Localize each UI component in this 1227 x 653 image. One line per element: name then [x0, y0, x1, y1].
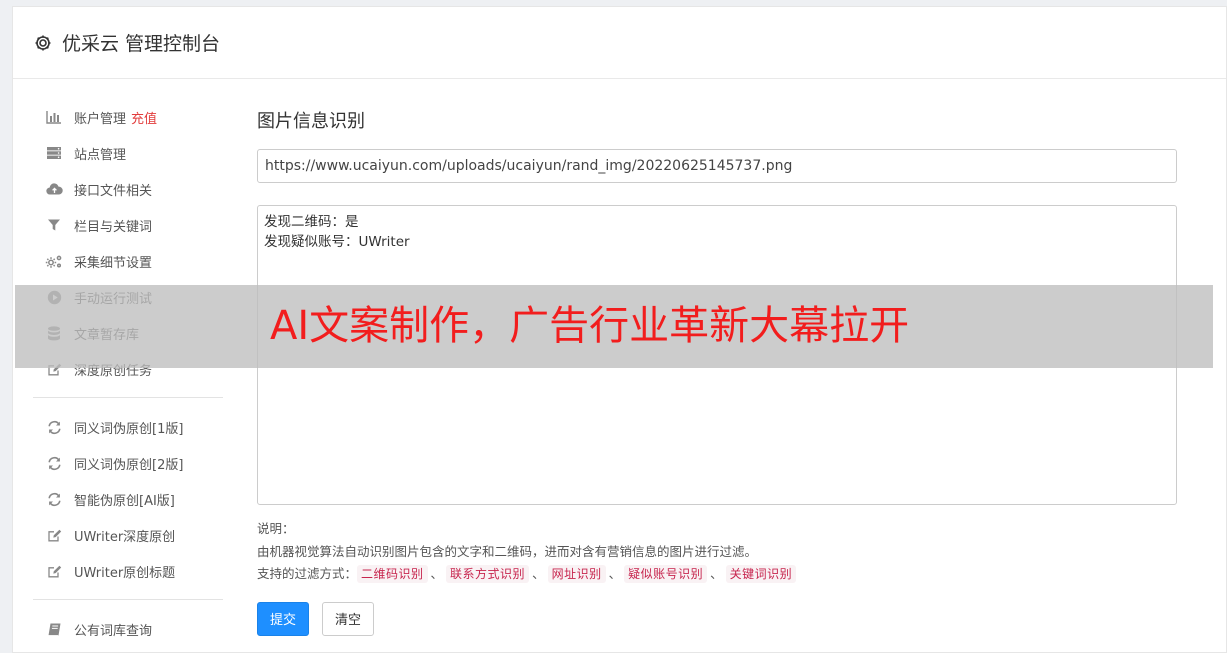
sidebar-item-label: UWriter原创标题	[74, 565, 176, 581]
filter-tag: 网址识别	[547, 565, 606, 583]
result-line: 发现二维码：是	[264, 214, 359, 230]
image-url-input[interactable]	[257, 149, 1177, 183]
page-header-title: 优采云 管理控制台	[62, 33, 221, 55]
filter-separator: 、	[608, 566, 622, 581]
banner-text: AI文案制作，广告行业革新大幕拉开	[270, 303, 910, 349]
sidebar-divider	[33, 397, 223, 398]
refresh-icon	[45, 491, 63, 507]
sidebar-item-label: 同义词伪原创[1版]	[74, 421, 184, 437]
cloud-upload-icon	[45, 181, 63, 197]
desc-text: 由机器视觉算法自动识别图片包含的文字和二维码，进而对含有营销信息的图片进行过滤。	[257, 543, 758, 559]
sidebar-item-label: UWriter深度原创	[74, 529, 176, 545]
filter-separator: 、	[710, 566, 723, 581]
sidebar-item-label: 智能伪原创[AI版]	[74, 493, 175, 509]
sidebar-item-label: 采集细节设置	[74, 255, 153, 271]
main-panel: 图片信息识别 发现二维码：是发现疑似账号：UWriter 说明： 由机器视觉算法…	[257, 107, 1177, 636]
edit-icon	[45, 527, 63, 543]
filter-methods: 支持的过滤方式： 二维码识别、联系方式识别、网址识别、疑似账号识别、关键词识别	[257, 563, 1177, 586]
submit-button[interactable]: 提交	[257, 601, 310, 636]
gear-icon	[33, 33, 53, 53]
sidebar-item[interactable]: UWriter深度原创	[33, 517, 223, 553]
bar-chart-icon	[45, 109, 63, 125]
filter-label: 支持的过滤方式：	[257, 566, 358, 581]
banner-overlay: AI文案制作，广告行业革新大幕拉开	[15, 285, 1213, 368]
sidebar-divider	[33, 599, 223, 600]
filter-separator: 、	[430, 566, 444, 581]
clear-button[interactable]: 清空	[322, 601, 375, 636]
filter-icon	[45, 217, 63, 233]
sidebar-item-label: 栏目与关键词	[74, 219, 153, 235]
sidebar-item[interactable]: 同义词伪原创[2版]	[33, 445, 223, 481]
sidebar-item-label: 接口文件相关	[74, 183, 153, 199]
result-line: 发现疑似账号：UWriter	[264, 234, 410, 250]
sidebar-item[interactable]: 公有词库查询	[33, 611, 223, 647]
sidebar: 账户管理充值站点管理接口文件相关栏目与关键词采集细节设置手动运行测试文章暂存库深…	[33, 99, 223, 647]
cogs-icon	[45, 253, 63, 269]
sidebar-item[interactable]: 接口文件相关	[33, 171, 223, 207]
action-buttons: 提交 清空	[257, 601, 1177, 636]
sidebar-item[interactable]: 账户管理 充值	[33, 99, 223, 135]
filter-tag: 二维码识别	[357, 565, 428, 583]
sidebar-item-label: 同义词伪原创[2版]	[74, 457, 184, 473]
filter-tag: 疑似账号识别	[624, 565, 708, 583]
refresh-icon	[45, 455, 63, 471]
refresh-icon	[45, 419, 63, 435]
sidebar-item[interactable]: 智能伪原创[AI版]	[33, 481, 223, 517]
filter-separator: 、	[532, 566, 545, 581]
book-icon	[45, 621, 63, 637]
description: 说明： 由机器视觉算法自动识别图片包含的文字和二维码，进而对含有营销信息的图片进…	[257, 518, 1177, 586]
sidebar-item-label: 站点管理	[74, 147, 127, 163]
sidebar-item[interactable]: 栏目与关键词	[33, 207, 223, 243]
desc-heading: 说明：	[257, 521, 295, 536]
recharge-link[interactable]: 充值	[131, 108, 157, 127]
sidebar-item[interactable]: 站点管理	[33, 135, 223, 171]
sidebar-item-label: 账户管理	[74, 111, 127, 127]
header: 优采云 管理控制台	[13, 7, 1226, 79]
sidebar-item-label: 公有词库查询	[74, 623, 153, 639]
filter-tag: 联系方式识别	[446, 565, 530, 583]
sidebar-item[interactable]: 采集细节设置	[33, 243, 223, 279]
sidebar-item[interactable]: UWriter原创标题	[33, 553, 223, 589]
sidebar-item[interactable]: 同义词伪原创[1版]	[33, 409, 223, 445]
section-title: 图片信息识别	[257, 111, 365, 132]
edit-icon	[45, 563, 63, 579]
filter-tag: 关键词识别	[725, 565, 797, 583]
server-icon	[45, 145, 63, 161]
